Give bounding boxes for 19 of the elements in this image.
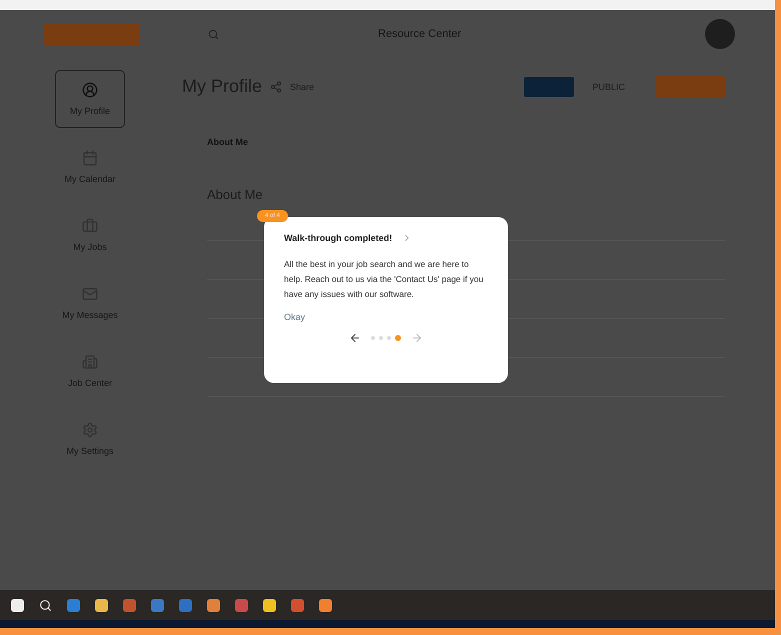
settings-icon <box>82 422 98 438</box>
toggle-button[interactable] <box>524 76 574 96</box>
step-dot[interactable] <box>371 336 375 340</box>
dialog-title: Walk-through completed! <box>284 233 392 243</box>
briefcase-icon <box>82 218 98 234</box>
calendar-icon <box>82 150 98 166</box>
envelope-icon <box>82 286 98 302</box>
share-icon[interactable] <box>270 80 282 92</box>
step-dot[interactable] <box>395 335 401 341</box>
okay-link[interactable]: Okay <box>284 312 488 322</box>
tab[interactable]: About Me <box>207 137 248 147</box>
dialog-text: All the best in your job search and we are here to help. Reach out to us via the 'Contact Us' page if you have any issues with our software. <box>284 258 484 301</box>
building-icon <box>82 354 98 370</box>
profile-icon <box>82 82 98 98</box>
avatar[interactable] <box>705 19 735 49</box>
step-dot[interactable] <box>379 336 383 340</box>
step-dot[interactable] <box>387 336 391 340</box>
back-arrow-icon[interactable] <box>349 332 361 344</box>
next-arrow-icon[interactable] <box>411 332 423 344</box>
